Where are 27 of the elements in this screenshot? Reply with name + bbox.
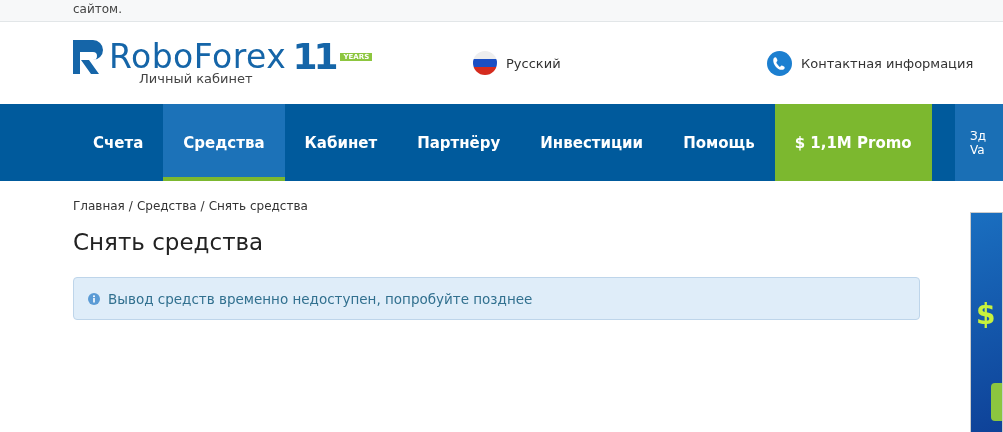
nav-tab[interactable]: Счета	[73, 104, 164, 181]
language-link[interactable]: Русский	[506, 55, 561, 71]
logo-text: RoboForex	[109, 40, 287, 74]
breadcrumb-link[interactable]: Средства	[136, 199, 197, 213]
breadcrumb-separator: /	[128, 199, 133, 213]
anniversary-number: 11	[292, 40, 335, 74]
banner-symbol: $	[976, 298, 996, 331]
phone-icon	[767, 50, 792, 76]
breadcrumb-link[interactable]: Главная	[73, 199, 125, 213]
logo-subtitle: Личный кабинет	[139, 71, 254, 86]
nav-tab[interactable]: Средства	[163, 104, 285, 181]
nav-tab[interactable]: Кабинет	[284, 104, 398, 181]
side-box-text: Va	[970, 142, 986, 157]
nav-tab[interactable]: Инвестиции	[520, 104, 664, 181]
promo-banner[interactable]: $	[970, 212, 1003, 432]
page-title: Снять средства	[73, 229, 265, 255]
logo-icon	[73, 40, 103, 74]
nav-tab[interactable]: Помощь	[663, 104, 775, 181]
contact-link[interactable]: Контактная информация	[801, 55, 974, 71]
breadcrumb-separator: /	[200, 199, 205, 213]
flag-icon	[473, 51, 497, 75]
info-icon	[88, 292, 100, 305]
breadcrumb-link[interactable]: Снять средства	[208, 199, 308, 213]
side-box-text: Зд	[970, 128, 987, 143]
notice-text: сайтом.	[73, 2, 122, 16]
alert-text: Вывод средств временно недоступен, попробуйте позднее	[108, 290, 533, 307]
nav-tab[interactable]: Партнёру	[397, 104, 521, 181]
